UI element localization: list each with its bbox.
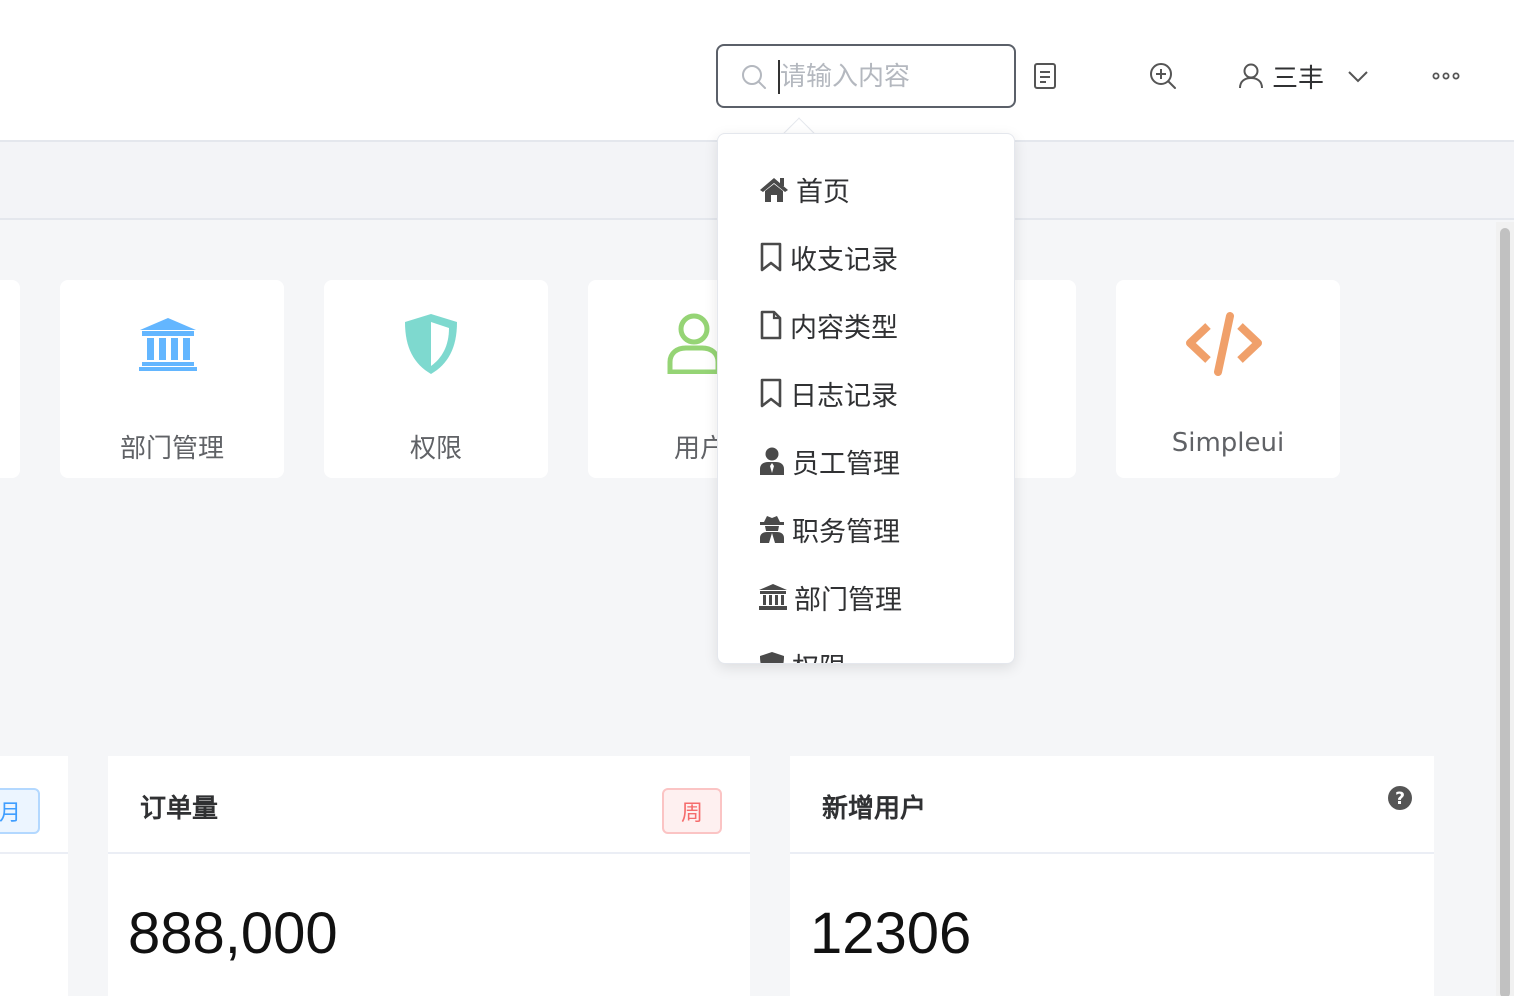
shortcut-label: 部门管理 xyxy=(119,434,224,464)
search-suggestions-dropdown: 首页 收支记录 内容类型 日志记录 员工管理 职务管理 部门管理 xyxy=(717,133,1015,664)
home-icon xyxy=(760,178,788,202)
search-icon xyxy=(742,65,766,89)
bank-icon xyxy=(139,318,197,371)
user-icon[interactable] xyxy=(1238,62,1264,90)
chevron-down-icon[interactable] xyxy=(1346,68,1370,84)
code-icon xyxy=(1186,312,1262,376)
bank-icon xyxy=(759,584,787,610)
user-tie-icon xyxy=(760,447,784,475)
vertical-scrollbar[interactable] xyxy=(1496,222,1514,996)
stat-card-orders: 订单量 周 888,000 xyxy=(108,756,750,996)
stat-card-new-users: 新增用户 ? 12306 xyxy=(790,756,1434,996)
dropdown-item-label: 首页 xyxy=(796,176,850,208)
stat-card-month: 月 xyxy=(0,756,68,996)
shortcut-label: 权限 xyxy=(409,434,462,464)
user-name[interactable]: 三丰 xyxy=(1272,58,1324,95)
search-box[interactable] xyxy=(716,44,1016,108)
dropdown-item-home[interactable]: 首页 xyxy=(758,169,850,209)
user-secret-icon xyxy=(760,516,784,543)
shortcut-label: Simpleui xyxy=(1171,428,1285,458)
shortcut-card-partial[interactable] xyxy=(0,280,20,478)
shortcut-card-simpleui[interactable]: Simpleui xyxy=(1116,280,1340,478)
stat-value: 12306 xyxy=(810,901,972,966)
dropdown-item-label: 日志记录 xyxy=(790,380,898,412)
shield-icon xyxy=(405,314,457,374)
shortcut-card-department[interactable]: 部门管理 xyxy=(60,280,284,478)
dropdown-item-label: 收支记录 xyxy=(790,244,898,276)
dropdown-item-log[interactable]: 日志记录 xyxy=(758,373,898,413)
scrollbar-thumb[interactable] xyxy=(1500,228,1510,996)
stat-title: 订单量 xyxy=(140,794,219,824)
search-input[interactable] xyxy=(780,54,1000,100)
stat-title: 新增用户 xyxy=(822,794,927,824)
help-icon[interactable]: ? xyxy=(1387,785,1413,811)
dropdown-item-content-type[interactable]: 内容类型 xyxy=(758,305,898,345)
dropdown-item-label: 部门管理 xyxy=(794,584,902,616)
dropdown-item-staff[interactable]: 员工管理 xyxy=(758,441,900,481)
dropdown-item-label: 员工管理 xyxy=(792,448,900,480)
stat-value: 888,000 xyxy=(128,901,338,966)
user-icon xyxy=(667,313,721,374)
more-icon[interactable] xyxy=(1432,70,1460,82)
dropdown-item-label: 内容类型 xyxy=(790,312,898,344)
dropdown-item-label: 权限 xyxy=(792,646,846,664)
shortcut-card-permission[interactable]: 权限 xyxy=(324,280,548,478)
dropdown-item-permission[interactable]: 权限 xyxy=(758,645,846,664)
dropdown-item-department[interactable]: 部门管理 xyxy=(758,577,902,617)
month-tag: 月 xyxy=(0,788,40,834)
dropdown-item-label: 职务管理 xyxy=(792,516,900,548)
bookmark-icon xyxy=(760,242,782,272)
week-tag: 周 xyxy=(662,788,722,834)
zoom-in-icon[interactable] xyxy=(1148,61,1178,91)
svg-text:?: ? xyxy=(1395,789,1405,809)
file-icon xyxy=(760,310,782,340)
dropdown-item-finance[interactable]: 收支记录 xyxy=(758,237,898,277)
bookmark-icon xyxy=(760,378,782,408)
shield-icon xyxy=(760,652,784,663)
dropdown-item-position[interactable]: 职务管理 xyxy=(758,509,900,549)
document-icon[interactable] xyxy=(1032,62,1058,90)
